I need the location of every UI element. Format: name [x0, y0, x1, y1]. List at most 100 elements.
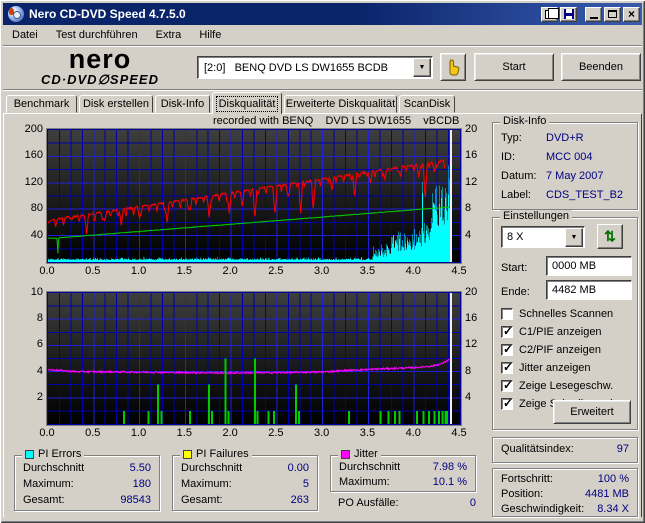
axis-tick: 2.5: [268, 427, 284, 439]
tab-disk-erstellen[interactable]: Disk erstellen: [79, 95, 153, 113]
checkbox-box: [501, 378, 513, 392]
settings-title: Einstellungen: [500, 210, 573, 222]
quality-index-panel: Qualitätsindex: 97: [492, 437, 638, 463]
axis-tick: 2: [36, 390, 43, 403]
copy-icon: [545, 7, 559, 19]
jitter-avg: 7.98 %: [432, 461, 467, 473]
disk-type-value: DVD+R: [546, 132, 584, 144]
separator: [3, 89, 642, 91]
maximize-icon: [608, 10, 617, 18]
pi-errors-chart: [47, 129, 461, 263]
pi-errors-swatch: [25, 449, 34, 459]
pi-failures-swatch: [183, 449, 192, 459]
checkbox-jitter[interactable]: Jitter anzeigen: [501, 360, 591, 375]
tab-scandisk[interactable]: ScanDisk: [399, 95, 455, 113]
checkbox-box: [501, 342, 513, 356]
disk-id-label: ID:: [501, 151, 516, 163]
pi-errors-stats-panel: PI Errors Durchschnitt 5.50 Maximum: 180 G…: [14, 448, 160, 511]
axis-tick: 3.0: [314, 427, 330, 439]
advanced-button[interactable]: Erweitert: [553, 400, 631, 424]
checkbox-box: [501, 396, 513, 410]
tab-diskqualitaet[interactable]: Diskqualität: [212, 92, 282, 114]
pie-avg: 5.50: [129, 462, 151, 474]
axis-tick: 20: [465, 123, 478, 135]
axis-tick: 16: [465, 312, 478, 325]
jitter-pif-chart: [47, 292, 461, 425]
speed-select[interactable]: 8 X ▼: [501, 226, 585, 248]
tab-disk-info[interactable]: Disk-Info: [155, 95, 210, 113]
tab-benchmark[interactable]: Benchmark: [6, 95, 77, 113]
axis-tick: 0.5: [85, 265, 101, 277]
minimize-button[interactable]: [585, 6, 602, 22]
disk-id-value: MCC 004: [546, 151, 593, 163]
position-value: 4481 MB: [584, 488, 629, 500]
drive-select[interactable]: [2:0] BENQ DVD LS DW1655 BCDB ▼: [197, 56, 433, 79]
axis-tick: 3.0: [314, 265, 330, 277]
progress-panel: Fortschritt: 100 % Position: 4481 MB Gesch…: [492, 468, 638, 517]
checkbox-schnelles-scannen[interactable]: Schnelles Scannen: [501, 306, 613, 321]
menu-datei[interactable]: Datei: [3, 27, 47, 43]
close-icon: ×: [627, 7, 635, 21]
nero-logo: nero CD·DVD∅SPEED: [41, 44, 159, 88]
refresh-button[interactable]: ⇅: [597, 224, 623, 249]
axis-tick: 2.0: [222, 427, 238, 439]
po-failures-value: 0: [469, 497, 476, 509]
checkbox-box: [501, 307, 513, 320]
axis-tick: 4: [465, 390, 472, 403]
title-bar[interactable]: Nero CD-DVD Speed 4.7.5.0 ×: [3, 3, 642, 25]
jitter-swatch: [341, 449, 350, 459]
start-field-label: Start:: [501, 262, 528, 274]
chart-header: recorded with BENQ DVD LS DW1655 vBCDB: [213, 115, 460, 127]
axis-tick: 1.0: [130, 427, 147, 439]
pi-errors-title: PI Errors: [38, 448, 82, 460]
axis-tick: 8: [465, 202, 472, 215]
end-field[interactable]: 4482 MB: [546, 280, 632, 300]
axis-tick: 160: [24, 149, 43, 162]
checkbox-lesegeschw[interactable]: Zeige Lesegeschw.: [501, 378, 613, 393]
drive-select-arrow[interactable]: ▼: [413, 58, 431, 77]
checkbox-box: [501, 324, 513, 338]
axis-tick: 120: [24, 175, 43, 188]
progress-value: 100 %: [597, 473, 629, 485]
axis-tick: 40: [30, 228, 43, 241]
menu-hilfe[interactable]: Hilfe: [190, 27, 230, 43]
axis-tick: 2.0: [222, 265, 238, 277]
disk-type-label: Typ:: [501, 132, 522, 144]
axis-tick: 200: [24, 123, 43, 135]
save-screenshot-button[interactable]: [560, 6, 577, 22]
axis-tick: 4.0: [405, 427, 421, 439]
axis-tick: 8: [465, 364, 472, 377]
checkbox-c1-pie[interactable]: C1/PIE anzeigen: [501, 324, 602, 339]
axis-tick: 4: [465, 228, 472, 241]
close-button[interactable]: ×: [623, 6, 640, 22]
checkbox-c2-pif[interactable]: C2/PIF anzeigen: [501, 342, 601, 357]
speed-select-arrow[interactable]: ▼: [565, 227, 583, 247]
app-window: Nero CD-DVD Speed 4.7.5.0 × Datei Test d…: [0, 0, 645, 523]
jitter-stats-panel: Jitter Durchschnitt 7.98 % Maximum: 10.1 %: [330, 448, 476, 492]
axis-tick: 0.0: [39, 427, 55, 439]
axis-tick: 10: [30, 286, 43, 298]
start-button[interactable]: Start: [474, 53, 554, 81]
axis-tick: 1.5: [176, 427, 192, 439]
disk-date-value: 7 May 2007: [546, 170, 604, 182]
settings-panel: Einstellungen 8 X ▼ ⇅ Start: 0000 MB End…: [492, 210, 638, 430]
axis-tick: 4: [36, 364, 43, 377]
tab-erweiterte-diskqualitaet[interactable]: Erweiterte Diskqualität: [284, 95, 397, 113]
eject-button[interactable]: [440, 53, 466, 81]
tab-strip: Benchmark Disk erstellen Disk-Info Diskq…: [3, 92, 642, 114]
axis-tick: 1.5: [176, 265, 192, 277]
jitter-max: 10.1 %: [432, 476, 467, 488]
menu-extra[interactable]: Extra: [147, 27, 191, 43]
start-field[interactable]: 0000 MB: [546, 256, 632, 276]
quit-button[interactable]: Beenden: [561, 53, 641, 81]
quality-index-value: 97: [616, 443, 629, 455]
refresh-icon: ⇅: [604, 228, 616, 244]
copy-screenshot-button[interactable]: [541, 6, 559, 22]
minimize-icon: [589, 17, 598, 19]
axis-tick: 4.5: [451, 265, 467, 277]
disk-label-label: Label:: [501, 189, 531, 201]
disk-date-label: Datum:: [501, 170, 537, 182]
maximize-button[interactable]: [604, 6, 621, 22]
menu-test-durchfuehren[interactable]: Test durchführen: [47, 27, 147, 43]
menu-bar: Datei Test durchführen Extra Hilfe: [3, 25, 642, 45]
